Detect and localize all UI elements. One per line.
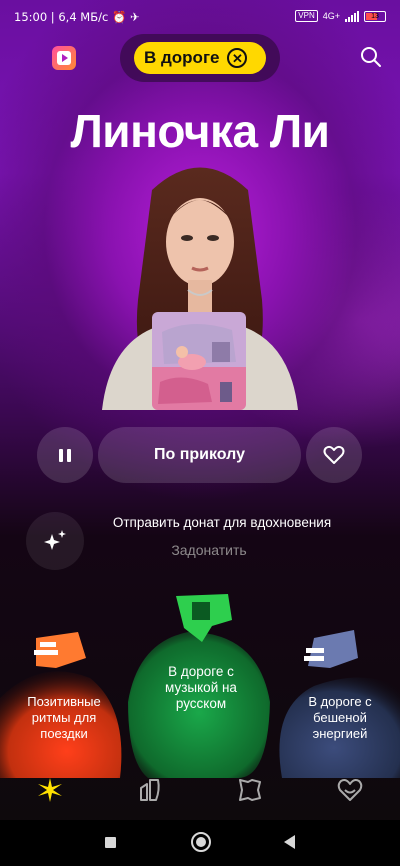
status-time: 15:00 | 6,4 МБ/с ⏰ ✈ [14, 10, 140, 24]
favorites-icon[interactable] [336, 776, 364, 804]
pause-button[interactable] [37, 427, 93, 483]
track-title: По приколу [153, 446, 245, 463]
battery-icon: 13 [364, 10, 386, 22]
close-icon[interactable]: ✕ [227, 48, 248, 68]
heart-icon [323, 445, 345, 464]
album-cover [152, 312, 246, 410]
signal-icon [345, 10, 359, 22]
vpn-badge: VPN [295, 10, 318, 22]
collection-icon[interactable] [136, 776, 164, 804]
pause-icon [57, 448, 73, 462]
telegram-icon: ✈ [129, 10, 140, 24]
yandex-music-logo-icon[interactable] [52, 46, 76, 70]
vibe-card-positive[interactable]: Позитивные ритмы для поездки [0, 628, 128, 778]
clock-text: 15:00 [14, 10, 48, 24]
app-screen: 15:00 | 6,4 МБ/с ⏰ ✈ VPN 4G+ 13 В дороге… [0, 0, 400, 866]
alarm-icon: ⏰ [111, 10, 127, 24]
vibe-label-energy: В дороге с бешеной энергией [308, 694, 372, 741]
battery-level: 13 [371, 12, 379, 20]
back-icon[interactable] [284, 835, 295, 849]
mode-chip-label: В дороге [144, 48, 220, 67]
status-bar: 15:00 | 6,4 МБ/с ⏰ ✈ VPN 4G+ 13 [0, 0, 400, 34]
recent-apps-icon[interactable] [105, 837, 116, 848]
vibe-card-russian[interactable]: В дороге с музыкой на русском [128, 592, 274, 778]
podcasts-icon[interactable] [236, 776, 264, 804]
system-navigation-bar [0, 820, 400, 866]
donate-link[interactable]: Задонатить [0, 542, 400, 558]
vibe-label-positive: Позитивные ритмы для поездки [27, 694, 101, 741]
mode-chip[interactable]: В дороге ✕ [134, 42, 266, 74]
home-icon[interactable] [191, 832, 211, 852]
mode-pill: В дороге ✕ [120, 34, 280, 82]
current-track-button[interactable]: По приколу [98, 427, 301, 483]
vibe-label-russian: В дороге с музыкой на русском [165, 664, 237, 711]
donation-text: Отправить донат для вдохновения [112, 515, 332, 530]
sparkle-home-icon[interactable] [36, 776, 64, 804]
vibe-card-energy[interactable]: В дороге с бешеной энергией [274, 628, 400, 778]
top-bar: В дороге ✕ [0, 34, 400, 82]
network-type: 4G+ [322, 11, 340, 21]
network-speed-text: 6,4 МБ/с [58, 10, 109, 24]
like-button[interactable] [306, 427, 362, 483]
search-icon[interactable] [360, 46, 382, 68]
